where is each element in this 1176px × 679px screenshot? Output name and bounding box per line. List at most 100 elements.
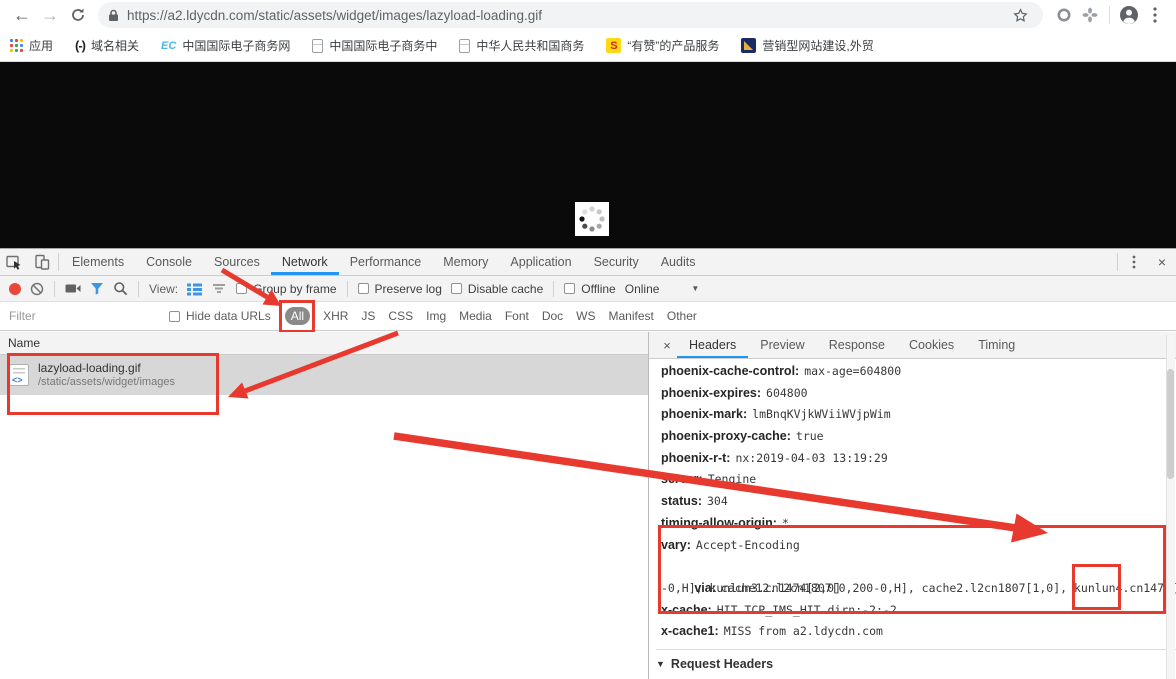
tab-performance[interactable]: Performance — [339, 249, 433, 275]
request-type-filters: All XHR JS CSS Img Media Font Doc WS Man… — [285, 307, 697, 325]
sail-icon — [741, 38, 756, 53]
filter-type-all[interactable]: All — [285, 307, 310, 325]
clear-icon[interactable] — [30, 282, 44, 296]
bookmarks-bar: 应用 (-) 域名相关 EC 中国国际电子商务网 中国国际电子商务中 中华人民共… — [0, 30, 1176, 62]
filter-type-font[interactable]: Font — [505, 309, 529, 323]
filter-type-manifest[interactable]: Manifest — [609, 309, 654, 323]
devtools-close-icon[interactable]: × — [1148, 249, 1176, 275]
ec-icon: EC — [161, 40, 176, 52]
s-icon: S — [606, 38, 621, 53]
offline-checkbox[interactable]: Offline — [564, 282, 615, 296]
name-column-header[interactable]: Name — [0, 332, 648, 355]
scrollbar-thumb[interactable] — [1167, 369, 1174, 479]
reload-icon[interactable] — [64, 1, 92, 29]
header-line: vary:Accept-Encoding — [661, 535, 1176, 557]
tab-timing[interactable]: Timing — [966, 332, 1027, 358]
filter-input[interactable] — [9, 309, 169, 323]
bookmark-ec-center[interactable]: 中国国际电子商务中 — [312, 37, 437, 54]
request-headers-section-toggle[interactable]: ▼ Request Headers — [656, 649, 1176, 671]
tab-cookies[interactable]: Cookies — [897, 332, 966, 358]
tab-response[interactable]: Response — [817, 332, 897, 358]
header-line: phoenix-expires:604800 — [661, 383, 1176, 405]
tab-security[interactable]: Security — [583, 249, 650, 275]
inspect-element-icon[interactable] — [0, 249, 28, 275]
tab-elements[interactable]: Elements — [61, 249, 135, 275]
filter-type-css[interactable]: CSS — [388, 309, 413, 323]
filter-type-ws[interactable]: WS — [576, 309, 595, 323]
divider — [553, 281, 554, 297]
page-icon — [312, 39, 323, 53]
request-name: lazyload-loading.gif — [38, 361, 175, 376]
page-content — [0, 62, 1176, 248]
tab-preview[interactable]: Preview — [748, 332, 816, 358]
tab-headers[interactable]: Headers — [677, 332, 748, 358]
response-headers-list: phoenix-cache-control:max-age=604800 pho… — [649, 359, 1176, 679]
header-line-via: via:cache12.l2cn1807[0,200-0,H], cache2.… — [661, 556, 1176, 578]
triangle-down-icon: ▼ — [656, 659, 665, 669]
tab-console[interactable]: Console — [135, 249, 203, 275]
bookmark-youzan[interactable]: S “有赞”的产品服务 — [606, 37, 719, 54]
group-by-frame-checkbox[interactable]: Group by frame — [236, 282, 336, 296]
bookmark-ec-site[interactable]: EC 中国国际电子商务网 — [161, 37, 290, 54]
tab-audits[interactable]: Audits — [650, 249, 707, 275]
view-label: View: — [149, 282, 178, 296]
preserve-log-checkbox[interactable]: Preserve log — [358, 282, 442, 296]
request-row[interactable]: <> lazyload-loading.gif /static/assets/w… — [0, 355, 648, 395]
request-path: /static/assets/widget/images — [38, 376, 175, 390]
screenshot-camera-icon[interactable] — [65, 282, 81, 295]
view-list-icon[interactable] — [187, 282, 202, 296]
header-line: server:Tengine — [661, 469, 1176, 491]
search-icon[interactable] — [113, 281, 128, 296]
record-button[interactable] — [9, 283, 21, 295]
tab-sources[interactable]: Sources — [203, 249, 271, 275]
filter-type-doc[interactable]: Doc — [542, 309, 563, 323]
request-details-pane: × Headers Preview Response Cookies Timin… — [648, 332, 1176, 679]
filter-type-js[interactable]: JS — [361, 309, 375, 323]
tab-network[interactable]: Network — [271, 249, 339, 275]
bracket-icon: (-) — [75, 38, 85, 53]
forward-icon[interactable]: → — [36, 1, 64, 29]
loading-spinner-image — [575, 202, 609, 236]
disable-cache-checkbox[interactable]: Disable cache — [451, 282, 543, 296]
bookmark-marketing-site[interactable]: 营销型网站建设,外贸 — [741, 37, 873, 54]
filter-type-xhr[interactable]: XHR — [323, 309, 348, 323]
hide-data-urls-checkbox[interactable]: Hide data URLs — [169, 309, 271, 323]
divider — [138, 281, 139, 297]
address-bar[interactable]: https://a2.ldycdn.com/static/assets/widg… — [98, 2, 1043, 28]
tab-application[interactable]: Application — [499, 249, 582, 275]
view-levels-icon[interactable] — [211, 282, 227, 295]
filter-type-img[interactable]: Img — [426, 309, 446, 323]
filter-type-media[interactable]: Media — [459, 309, 492, 323]
header-line: phoenix-r-t:nx:2019-04-03 13:19:29 — [661, 448, 1176, 470]
close-details-icon[interactable]: × — [657, 332, 677, 358]
back-icon[interactable]: ← — [8, 1, 36, 29]
request-list-pane: Name <> lazyload-loading.gif /static/ass… — [0, 332, 648, 679]
extension-ring-icon[interactable] — [1051, 2, 1077, 28]
header-line: phoenix-proxy-cache:true — [661, 426, 1176, 448]
bookmark-apps[interactable]: 应用 — [10, 37, 53, 54]
details-tab-bar: × Headers Preview Response Cookies Timin… — [649, 332, 1176, 359]
divider — [58, 253, 59, 271]
throttling-dropdown[interactable]: Online ▼ — [625, 282, 700, 296]
header-line: phoenix-mark:lmBnqKVjkWViiWVjpWim — [661, 404, 1176, 426]
filter-funnel-icon[interactable] — [90, 282, 104, 295]
tab-memory[interactable]: Memory — [432, 249, 499, 275]
extension-pinwheel-icon[interactable] — [1077, 2, 1103, 28]
devtools-menu-icon[interactable] — [1120, 249, 1148, 275]
scrollbar[interactable] — [1166, 335, 1175, 679]
chrome-menu-icon[interactable] — [1142, 2, 1168, 28]
divider — [1117, 253, 1118, 271]
profile-avatar[interactable] — [1116, 2, 1142, 28]
device-toolbar-icon[interactable] — [28, 249, 56, 275]
bookmark-star-icon[interactable] — [1007, 2, 1033, 28]
image-file-icon: <> — [9, 364, 29, 386]
apps-grid-icon — [10, 39, 23, 52]
url-text: https://a2.ldycdn.com/static/assets/widg… — [127, 8, 1007, 23]
bookmark-mofcom[interactable]: 中华人民共和国商务 — [459, 37, 584, 54]
bookmark-domain[interactable]: (-) 域名相关 — [75, 37, 139, 54]
network-filter-bar: Hide data URLs All XHR JS CSS Img Media … — [0, 302, 1176, 331]
devtools-tab-bar: Elements Console Sources Network Perform… — [0, 249, 1176, 276]
divider — [54, 281, 55, 297]
filter-type-other[interactable]: Other — [667, 309, 697, 323]
devtools-panel: Elements Console Sources Network Perform… — [0, 248, 1176, 679]
